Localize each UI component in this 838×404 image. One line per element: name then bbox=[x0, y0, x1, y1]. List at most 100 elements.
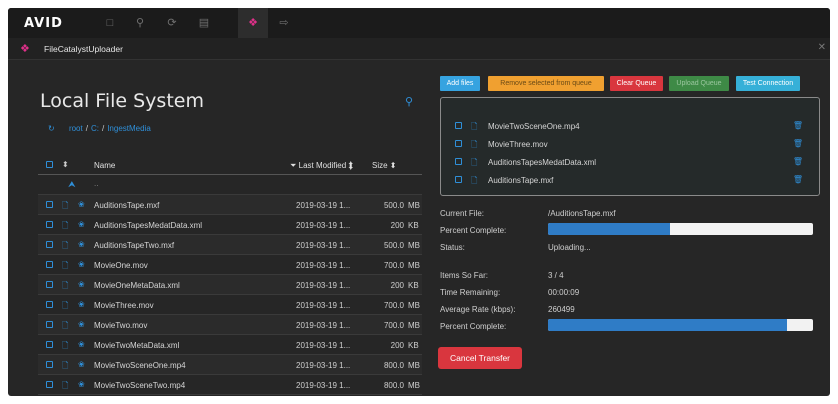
info-icon[interactable]: ❀ bbox=[78, 280, 85, 289]
queue-item[interactable]: 🗋 MovieThree.mov 🗑 bbox=[455, 136, 803, 152]
select-all-checkbox[interactable] bbox=[46, 161, 53, 168]
row-checkbox[interactable] bbox=[46, 221, 53, 228]
queue-checkbox[interactable] bbox=[455, 158, 462, 165]
row-checkbox[interactable] bbox=[46, 261, 53, 268]
file-percent-label: Percent Complete: bbox=[440, 226, 507, 235]
table-row[interactable]: 🗋 ❀ AuditionsTapeTwo.mxf 2019-03-19 1... 500… bbox=[38, 235, 422, 255]
close-icon[interactable]: ✕ bbox=[818, 42, 826, 53]
info-icon[interactable]: ❀ bbox=[78, 200, 85, 209]
breadcrumb: ↻ root / C: / IngestMedia bbox=[48, 124, 151, 133]
library-icon[interactable]: ▤ bbox=[196, 15, 212, 31]
row-checkbox[interactable] bbox=[46, 321, 53, 328]
file-modified: 2019-03-19 1... bbox=[296, 261, 351, 270]
info-icon[interactable]: ❀ bbox=[78, 260, 85, 269]
trash-icon[interactable]: 🗑 bbox=[793, 121, 803, 130]
file-size: 700.0 bbox=[383, 261, 404, 270]
file-icon: 🗋 bbox=[62, 201, 69, 210]
test-connection-button[interactable]: Test Connection bbox=[736, 76, 800, 91]
file-name: AuditionsTapeTwo.mxf bbox=[94, 241, 175, 250]
row-checkbox[interactable] bbox=[46, 301, 53, 308]
export-icon[interactable]: ⇨ bbox=[276, 15, 292, 31]
current-file-value: /AuditionsTape.mxf bbox=[548, 209, 616, 218]
table-row[interactable]: 🗋 ❀ MovieOne.mov 2019-03-19 1... 700.0 MB bbox=[38, 255, 422, 275]
table-row[interactable]: 🗋 ❀ MovieTwoMetaData.xml 2019-03-19 1... 200… bbox=[38, 335, 422, 355]
table-row[interactable]: 🗋 ❀ MovieTwoSceneTwo.mp4 2019-03-19 1... 800… bbox=[38, 375, 422, 395]
row-checkbox[interactable] bbox=[46, 381, 53, 388]
rate-value: 260499 bbox=[548, 305, 575, 314]
add-files-button[interactable]: Add files bbox=[440, 76, 480, 91]
file-icon: 🗋 bbox=[62, 321, 69, 330]
breadcrumb-folder[interactable]: IngestMedia bbox=[107, 124, 151, 133]
info-icon[interactable]: ❀ bbox=[78, 360, 85, 369]
search-icon[interactable]: ⚲ bbox=[132, 15, 148, 31]
time-remaining-label: Time Remaining: bbox=[440, 288, 501, 297]
queue-item[interactable]: 🗋 AuditionsTapesMedatData.xml 🗑 bbox=[455, 154, 803, 170]
table-row[interactable]: 🗋 ❀ MovieOneMetaData.xml 2019-03-19 1... 200… bbox=[38, 275, 422, 295]
file-icon: 🗋 bbox=[471, 176, 478, 185]
info-icon[interactable]: ❀ bbox=[78, 220, 85, 229]
file-size-unit: MB bbox=[408, 321, 420, 330]
upload-queue-button[interactable]: Upload Queue bbox=[669, 76, 729, 91]
file-modified: 2019-03-19 1... bbox=[296, 201, 351, 210]
trash-icon[interactable]: 🗑 bbox=[793, 139, 803, 148]
file-size: 200 bbox=[390, 281, 404, 290]
column-last-modified[interactable]: ⏷ Last Modified ⬍ bbox=[290, 161, 353, 171]
breadcrumb-drive[interactable]: C: bbox=[91, 124, 99, 133]
info-icon[interactable]: ❀ bbox=[78, 380, 85, 389]
cancel-transfer-button[interactable]: Cancel Transfer bbox=[438, 347, 522, 369]
queue-checkbox[interactable] bbox=[455, 122, 462, 129]
file-table: ⬍ Name ⏷ Last Modified ⬍ Size ⬍ ⮝ .. 🗋 ❀ A… bbox=[38, 155, 422, 395]
trash-icon[interactable]: 🗑 bbox=[793, 157, 803, 166]
clear-queue-button[interactable]: Clear Queue bbox=[610, 76, 663, 91]
remove-selected-button[interactable]: Remove selected from queue bbox=[488, 76, 604, 91]
row-checkbox[interactable] bbox=[46, 281, 53, 288]
breadcrumb-root[interactable]: root bbox=[69, 124, 83, 133]
filecatalyst-icon[interactable]: ❖ bbox=[245, 15, 261, 31]
items-value: 3 / 4 bbox=[548, 271, 564, 280]
queue-file-name: AuditionsTape.mxf bbox=[488, 176, 554, 185]
history-icon[interactable]: ⟳ bbox=[164, 15, 180, 31]
rate-label: Average Rate (kbps): bbox=[440, 305, 516, 314]
queue-file-name: AuditionsTapesMedatData.xml bbox=[488, 158, 597, 167]
row-checkbox[interactable] bbox=[46, 361, 53, 368]
up-arrow-icon: ⮝ bbox=[68, 179, 76, 189]
table-row[interactable]: 🗋 ❀ MovieTwoSceneOne.mp4 2019-03-19 1... 800… bbox=[38, 355, 422, 375]
file-size-unit: MB bbox=[408, 241, 420, 250]
upload-queue-list: 🗋 MovieTwoSceneOne.mp4 🗑 🗋 MovieThree.mov 🗑 🗋 A… bbox=[440, 97, 820, 196]
file-modified: 2019-03-19 1... bbox=[296, 341, 351, 350]
file-size-unit: KB bbox=[408, 281, 419, 290]
file-size: 800.0 bbox=[383, 381, 404, 390]
queue-file-name: MovieTwoSceneOne.mp4 bbox=[488, 122, 580, 131]
table-row[interactable]: 🗋 ❀ MovieTwo.mov 2019-03-19 1... 700.0 MB bbox=[38, 315, 422, 335]
info-icon[interactable]: ❀ bbox=[78, 240, 85, 249]
folder-icon[interactable]: □ bbox=[102, 15, 118, 31]
trash-icon[interactable]: 🗑 bbox=[793, 175, 803, 184]
queue-checkbox[interactable] bbox=[455, 176, 462, 183]
window-title: FileCatalystUploader bbox=[44, 44, 123, 54]
row-checkbox[interactable] bbox=[46, 201, 53, 208]
row-checkbox[interactable] bbox=[46, 241, 53, 248]
table-row[interactable]: 🗋 ❀ MovieThree.mov 2019-03-19 1... 700.0 MB bbox=[38, 295, 422, 315]
info-icon[interactable]: ❀ bbox=[78, 320, 85, 329]
queue-item[interactable]: 🗋 MovieTwoSceneOne.mp4 🗑 bbox=[455, 118, 803, 134]
row-checkbox[interactable] bbox=[46, 341, 53, 348]
sort-icon[interactable]: ⬍ bbox=[62, 160, 69, 169]
table-row[interactable]: 🗋 ❀ AuditionsTapesMedatData.xml 2019-03-19 … bbox=[38, 215, 422, 235]
queue-checkbox[interactable] bbox=[455, 140, 462, 147]
info-icon[interactable]: ❀ bbox=[78, 300, 85, 309]
queue-item[interactable]: 🗋 AuditionsTape.mxf 🗑 bbox=[455, 172, 803, 188]
file-size-unit: MB bbox=[408, 261, 420, 270]
file-icon: 🗋 bbox=[62, 281, 69, 290]
file-name: MovieOne.mov bbox=[94, 261, 148, 270]
column-name[interactable]: Name bbox=[94, 161, 115, 170]
page-title: Local File System bbox=[40, 90, 204, 112]
info-icon[interactable]: ❀ bbox=[78, 340, 85, 349]
status-value: Uploading... bbox=[548, 243, 591, 252]
parent-folder-row[interactable]: ⮝ .. bbox=[38, 175, 422, 195]
search-icon[interactable]: ⚲ bbox=[405, 95, 413, 108]
refresh-icon[interactable]: ↻ bbox=[48, 124, 55, 133]
column-size[interactable]: Size ⬍ bbox=[372, 161, 397, 170]
file-icon: 🗋 bbox=[62, 301, 69, 310]
table-row[interactable]: 🗋 ❀ AuditionsTape.mxf 2019-03-19 1... 500.0 M… bbox=[38, 195, 422, 215]
file-size: 800.0 bbox=[383, 361, 404, 370]
